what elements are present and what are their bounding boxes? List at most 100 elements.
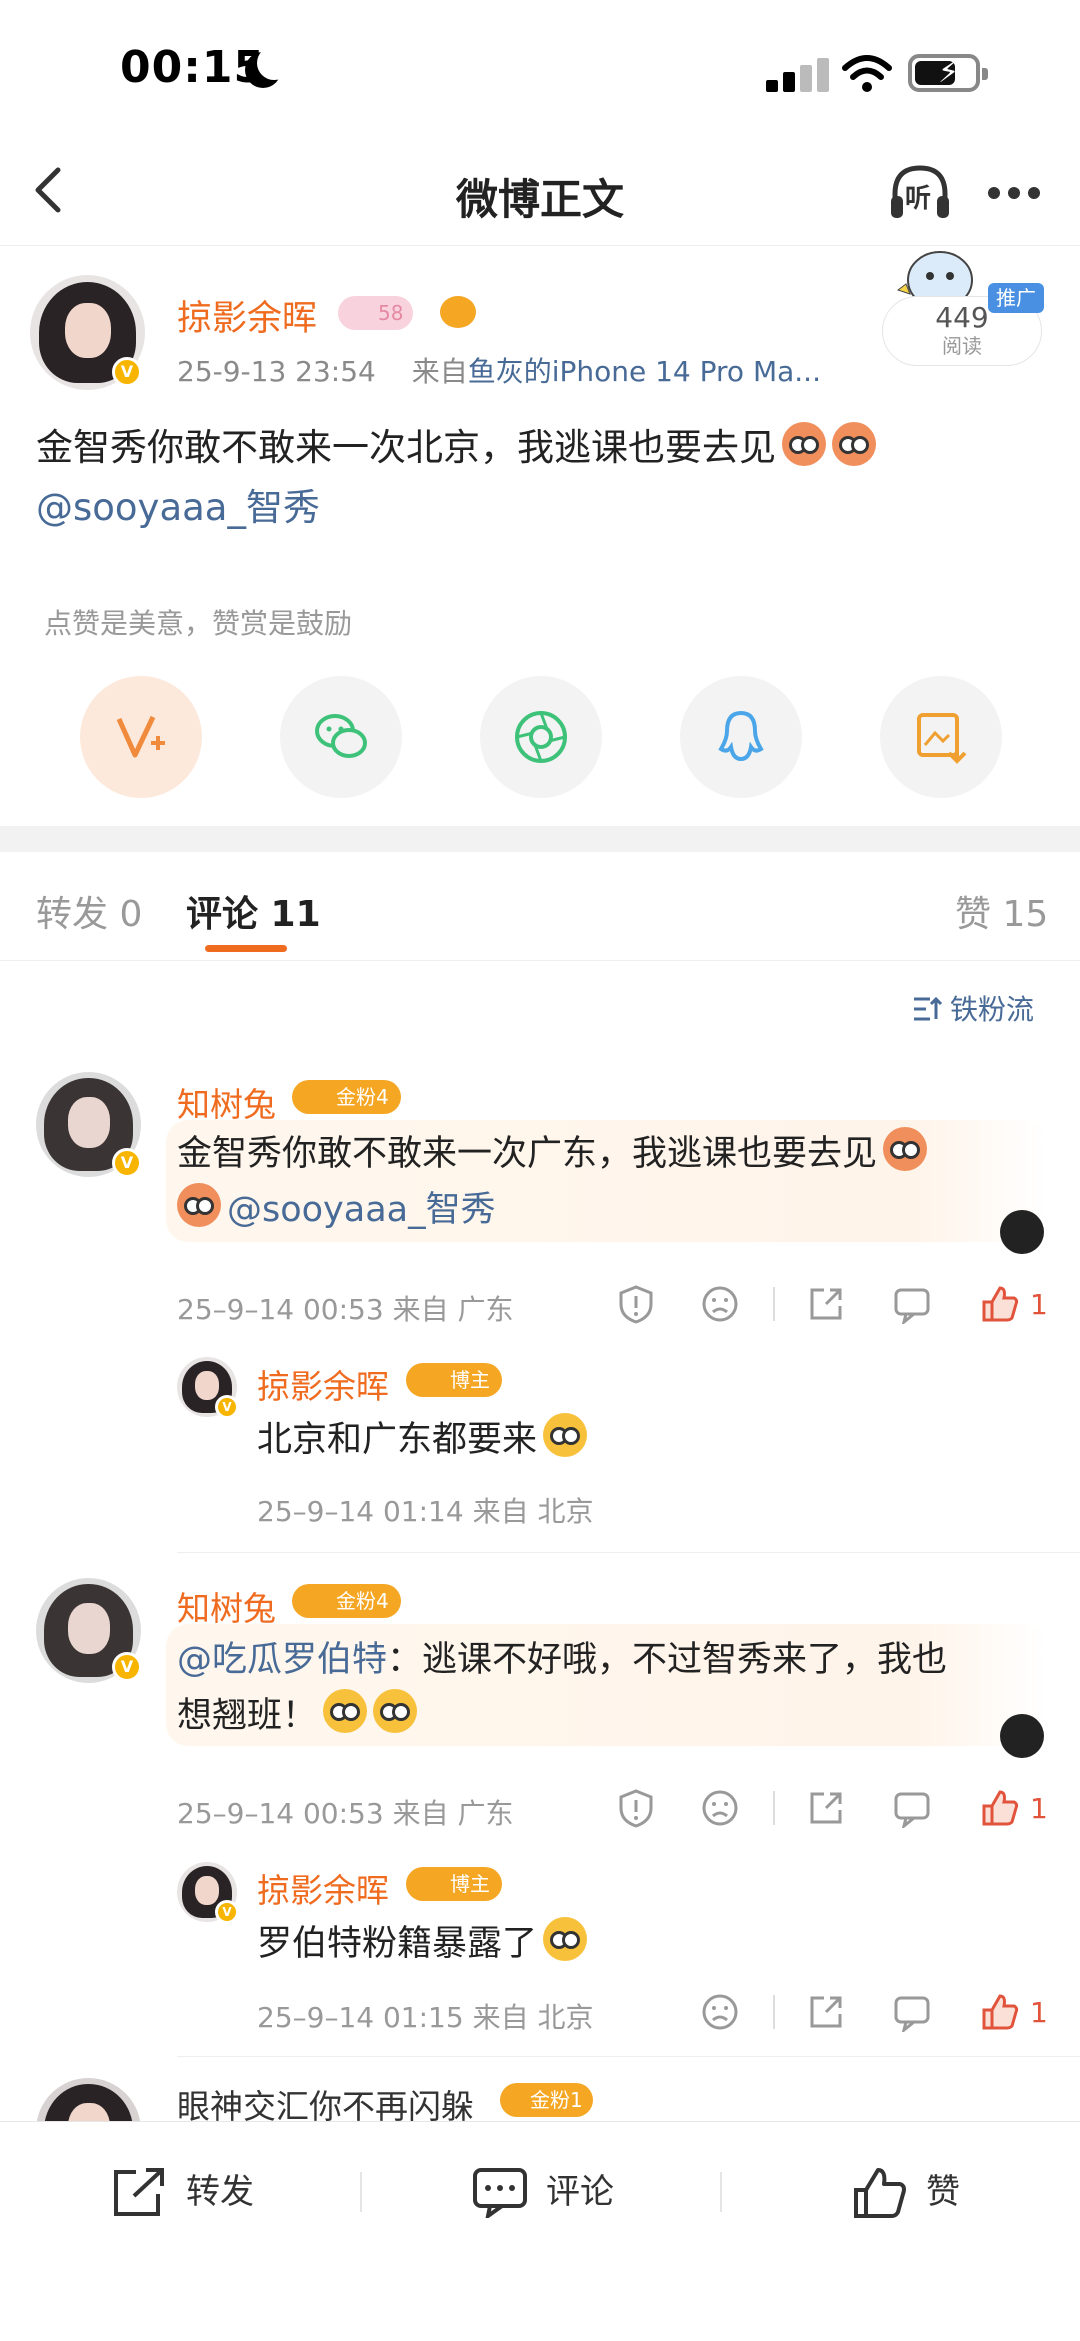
more-icon[interactable]	[988, 184, 1048, 200]
post-author-name[interactable]: 掠影余晖	[177, 290, 317, 341]
commenter-name[interactable]: 知树兔	[177, 1078, 276, 1126]
reply-icon[interactable]	[892, 1992, 932, 2032]
comment-text: @吃瓜罗伯特：逃课不好哦，不过智秀来了，我也 想翘班！	[177, 1632, 1027, 1744]
dislike-face-icon[interactable]	[700, 1284, 740, 1324]
action-divider	[773, 1287, 775, 1321]
moon-icon	[245, 46, 291, 88]
level-badge: 58	[338, 296, 414, 330]
tab-comment[interactable]: 评论 11	[186, 885, 321, 937]
fan-badge: 金粉4	[292, 1584, 401, 1618]
v-plus-icon	[116, 715, 165, 758]
praise-tip: 点赞是美意，赞赏是鼓励	[44, 607, 353, 640]
reply-icon[interactable]	[892, 1284, 932, 1324]
comment-text-line1: ：逃课不好哦，不过智秀来了，我也	[387, 1640, 948, 1680]
bubble-decoration-icon	[1000, 1714, 1044, 1758]
post-text-body: 金智秀你敢不敢来一次北京，我逃课也要去见	[36, 426, 776, 469]
status-bar: 00:15 ⚡	[0, 0, 1080, 140]
share-icon[interactable]	[806, 1284, 846, 1324]
verified-badge-icon: V	[112, 357, 142, 387]
listen-label: 听	[905, 184, 932, 214]
sort-icon	[914, 996, 943, 1021]
bottom-separator	[720, 2172, 722, 2212]
reply-author-name[interactable]: 掠影余晖	[257, 1360, 389, 1408]
like-count: 1	[1030, 1792, 1048, 1825]
fan-badge: 金粉4	[292, 1080, 401, 1114]
comment-icon	[473, 2168, 527, 2218]
commenter-name[interactable]: 知树兔	[177, 1582, 276, 1630]
verified-badge-icon: V	[215, 1900, 239, 1924]
post-device[interactable]: 鱼灰的iPhone 14 Pro Ma...	[468, 355, 821, 388]
share-row	[0, 676, 1080, 798]
comment-divider	[177, 2056, 1080, 2057]
comment-text-body: 金智秀你敢不敢来一次广东，我逃课也要去见	[177, 1134, 878, 1174]
reply-icon[interactable]	[892, 1788, 932, 1828]
laugh-cry-emoji-icon	[323, 1689, 368, 1733]
promote-button[interactable]: 推广	[988, 283, 1044, 313]
thumbs-up-icon	[854, 2168, 906, 2218]
emoji-icon	[543, 1917, 588, 1961]
like-thumb-icon[interactable]	[980, 1788, 1020, 1828]
share-qq-button[interactable]	[680, 676, 802, 798]
dislike-face-icon[interactable]	[700, 1992, 740, 2032]
comment-mention[interactable]: @sooyaaa_智秀	[227, 1190, 496, 1230]
tab-like[interactable]: 赞 15	[955, 885, 1048, 937]
action-divider	[773, 1995, 775, 2029]
reply-meta: 25–9–14 01:14 来自 北京	[257, 1495, 594, 1528]
emoji-icon	[782, 422, 826, 466]
laugh-cry-emoji-icon	[373, 1689, 418, 1733]
share-icon[interactable]	[806, 1788, 846, 1828]
action-divider	[773, 1791, 775, 1825]
reward-button[interactable]	[80, 676, 202, 798]
share-moments-button[interactable]	[480, 676, 602, 798]
verified-badge-icon: V	[112, 1148, 142, 1178]
like-thumb-icon[interactable]	[980, 1284, 1020, 1324]
comment-button[interactable]: 评论	[472, 2162, 652, 2222]
author-role-badge: 博主	[406, 1363, 502, 1397]
sort-button[interactable]: 铁粉流	[912, 988, 1034, 1028]
like-button[interactable]: 赞	[852, 2162, 1032, 2222]
comment-divider	[177, 1552, 1080, 1553]
emoji-icon	[177, 1183, 221, 1227]
post-meta: 25-9-13 23:54 来自鱼灰的iPhone 14 Pro Ma...	[177, 350, 821, 390]
emoji-icon	[832, 422, 876, 466]
bubble-decoration-icon	[1000, 1210, 1044, 1254]
emoji-icon	[543, 1413, 588, 1457]
reply-text: 北京和广东都要来	[257, 1412, 588, 1468]
reply-text: 罗伯特粉籍暴露了	[257, 1916, 588, 1972]
like-label: 赞	[926, 2172, 960, 2212]
post-source-prefix: 来自	[411, 355, 468, 388]
post-mention[interactable]: @sooyaaa_智秀	[36, 486, 320, 529]
like-count: 1	[1030, 1996, 1048, 2029]
listen-button[interactable]: 听	[885, 158, 955, 228]
status-time: 00:15	[120, 42, 266, 93]
fan-badge: 金粉1	[500, 2083, 593, 2117]
comment-text: 金智秀你敢不敢来一次广东，我逃课也要去见 @sooyaaa_智秀	[177, 1126, 1027, 1238]
reply-meta: 25–9–14 01:15 来自 北京	[257, 2001, 594, 2034]
comment-meta: 25–9–14 00:53 来自 广东	[177, 1797, 514, 1830]
bottom-action-bar: 转发 评论 赞	[0, 2121, 1080, 2341]
report-icon[interactable]	[616, 1788, 656, 1828]
image-download-icon	[917, 713, 967, 764]
battery-icon: ⚡	[908, 54, 988, 92]
like-thumb-icon[interactable]	[980, 1992, 1020, 2032]
tab-repost[interactable]: 转发 0	[36, 885, 142, 937]
verified-badge-icon: V	[215, 1395, 239, 1419]
repost-button[interactable]: 转发	[112, 2162, 292, 2222]
emoji-icon	[883, 1127, 928, 1171]
fish-icon	[440, 296, 476, 328]
reply-text-body: 罗伯特粉籍暴露了	[257, 1924, 538, 1964]
report-icon[interactable]	[616, 1284, 656, 1324]
dislike-face-icon[interactable]	[700, 1788, 740, 1828]
share-icon[interactable]	[806, 1992, 846, 2032]
bottom-separator	[360, 2172, 362, 2212]
level-badge-value: 58	[378, 301, 404, 325]
save-image-button[interactable]	[880, 676, 1002, 798]
signal-icon	[766, 58, 830, 92]
comment-text-line2: 想翘班！	[177, 1696, 318, 1736]
tab-indicator	[205, 945, 287, 952]
repost-label: 转发	[186, 2172, 254, 2212]
comment-meta: 25–9–14 00:53 来自 广东	[177, 1293, 514, 1326]
comment-mention[interactable]: @吃瓜罗伯特	[177, 1640, 387, 1680]
reply-author-name[interactable]: 掠影余晖	[257, 1864, 389, 1912]
share-wechat-button[interactable]	[280, 676, 402, 798]
